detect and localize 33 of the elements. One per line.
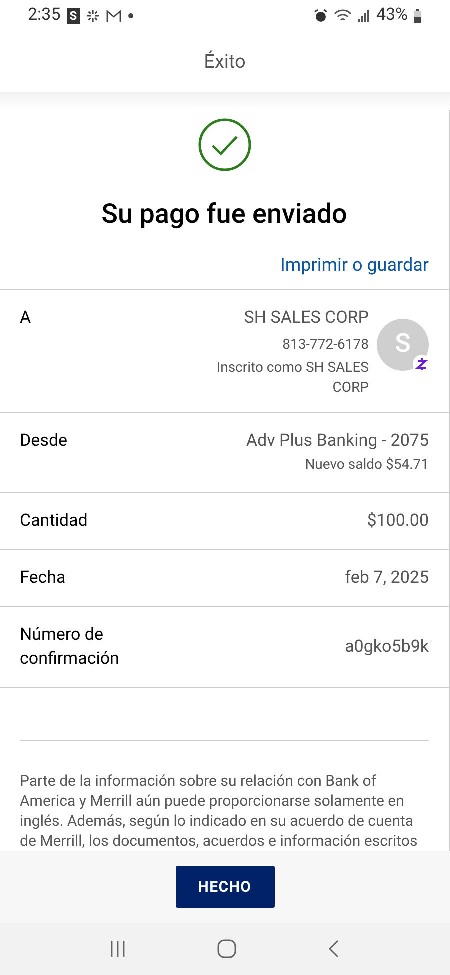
sparkle-icon bbox=[86, 9, 100, 24]
back-icon[interactable] bbox=[327, 938, 341, 959]
recipient-name: SH SALES CORP bbox=[244, 306, 369, 330]
zelle-icon bbox=[413, 354, 431, 373]
row-value: feb 7, 2025 bbox=[345, 567, 429, 590]
home-icon[interactable] bbox=[217, 938, 237, 959]
status-time: 2:35 bbox=[28, 4, 61, 28]
row-label: Desde bbox=[20, 430, 69, 454]
success-title: Su pago fue enviado bbox=[102, 198, 348, 232]
enrolled-text: Inscrito como SH SALES CORP bbox=[216, 359, 369, 398]
alarm-icon bbox=[314, 9, 328, 24]
done-button[interactable]: HECHO bbox=[176, 866, 274, 908]
mail-icon bbox=[106, 10, 122, 23]
header-title: Éxito bbox=[204, 48, 246, 75]
app-badge: S bbox=[66, 8, 80, 24]
row-label: Número de confirmación bbox=[20, 624, 120, 672]
battery-percent: 43% bbox=[376, 4, 408, 28]
battery-icon bbox=[414, 9, 422, 24]
recent-apps-icon[interactable] bbox=[109, 940, 127, 958]
row-subtext: Nuevo saldo $54.71 bbox=[305, 456, 429, 476]
row-value: Adv Plus Banking - 2075 bbox=[246, 430, 429, 454]
wifi-icon bbox=[334, 9, 352, 24]
row-label: Fecha bbox=[20, 567, 67, 590]
row-label: Cantidad bbox=[20, 510, 89, 534]
check-circle-icon bbox=[198, 118, 252, 172]
disclaimer-text: Parte de la información sobre su relación con Bank of America y Merrill aún puede proporcionarse solamente en inglés. Además, según lo indicado en su acuerdo de cuenta de Merrill, los documentos, acuerdos e información escritos bbox=[19, 771, 419, 852]
row-label: A bbox=[20, 306, 32, 330]
row-value: a0gko5b9k bbox=[345, 636, 429, 660]
signal-icon bbox=[358, 10, 370, 22]
print-save-link[interactable]: Imprimir o guardar bbox=[280, 252, 429, 279]
row-value: $100.00 bbox=[367, 510, 429, 534]
recipient-phone: 813-772-6178 bbox=[282, 336, 369, 356]
dot-icon bbox=[128, 13, 134, 20]
